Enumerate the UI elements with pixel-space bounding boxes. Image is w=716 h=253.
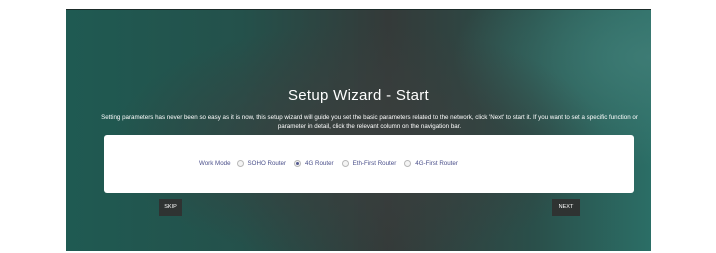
option-label: Eth-First Router [352,160,397,167]
work-mode-row: Work Mode SOHO Router 4G Router Eth-Firs… [199,160,466,167]
top-divider [66,9,651,10]
option-label: 4G Router [305,160,334,167]
wizard-description: Setting parameters has never been so eas… [101,114,638,130]
radio-4g-first-router[interactable] [404,160,412,167]
radio-eth-first-router[interactable] [341,160,349,167]
work-mode-option-eth-first-router[interactable]: Eth-First Router [341,160,397,167]
skip-button[interactable]: SKIP [159,199,182,216]
work-mode-option-soho-router[interactable]: SOHO Router [236,160,287,167]
wizard-background: Setup Wizard - Start Setting parameters … [66,9,651,251]
work-mode-option-4g-router[interactable]: 4G Router [294,160,334,167]
radio-soho-router[interactable] [236,160,244,167]
work-mode-label: Work Mode [199,160,231,167]
option-label: 4G-First Router [415,160,458,167]
work-mode-option-4g-first-router[interactable]: 4G-First Router [404,160,458,167]
work-mode-panel: Work Mode SOHO Router 4G Router Eth-Firs… [104,135,634,193]
page-title: Setup Wizard - Start [287,87,430,104]
radio-4g-router[interactable] [294,160,302,167]
next-button[interactable]: NEXT [552,199,580,216]
option-label: SOHO Router [247,160,287,167]
